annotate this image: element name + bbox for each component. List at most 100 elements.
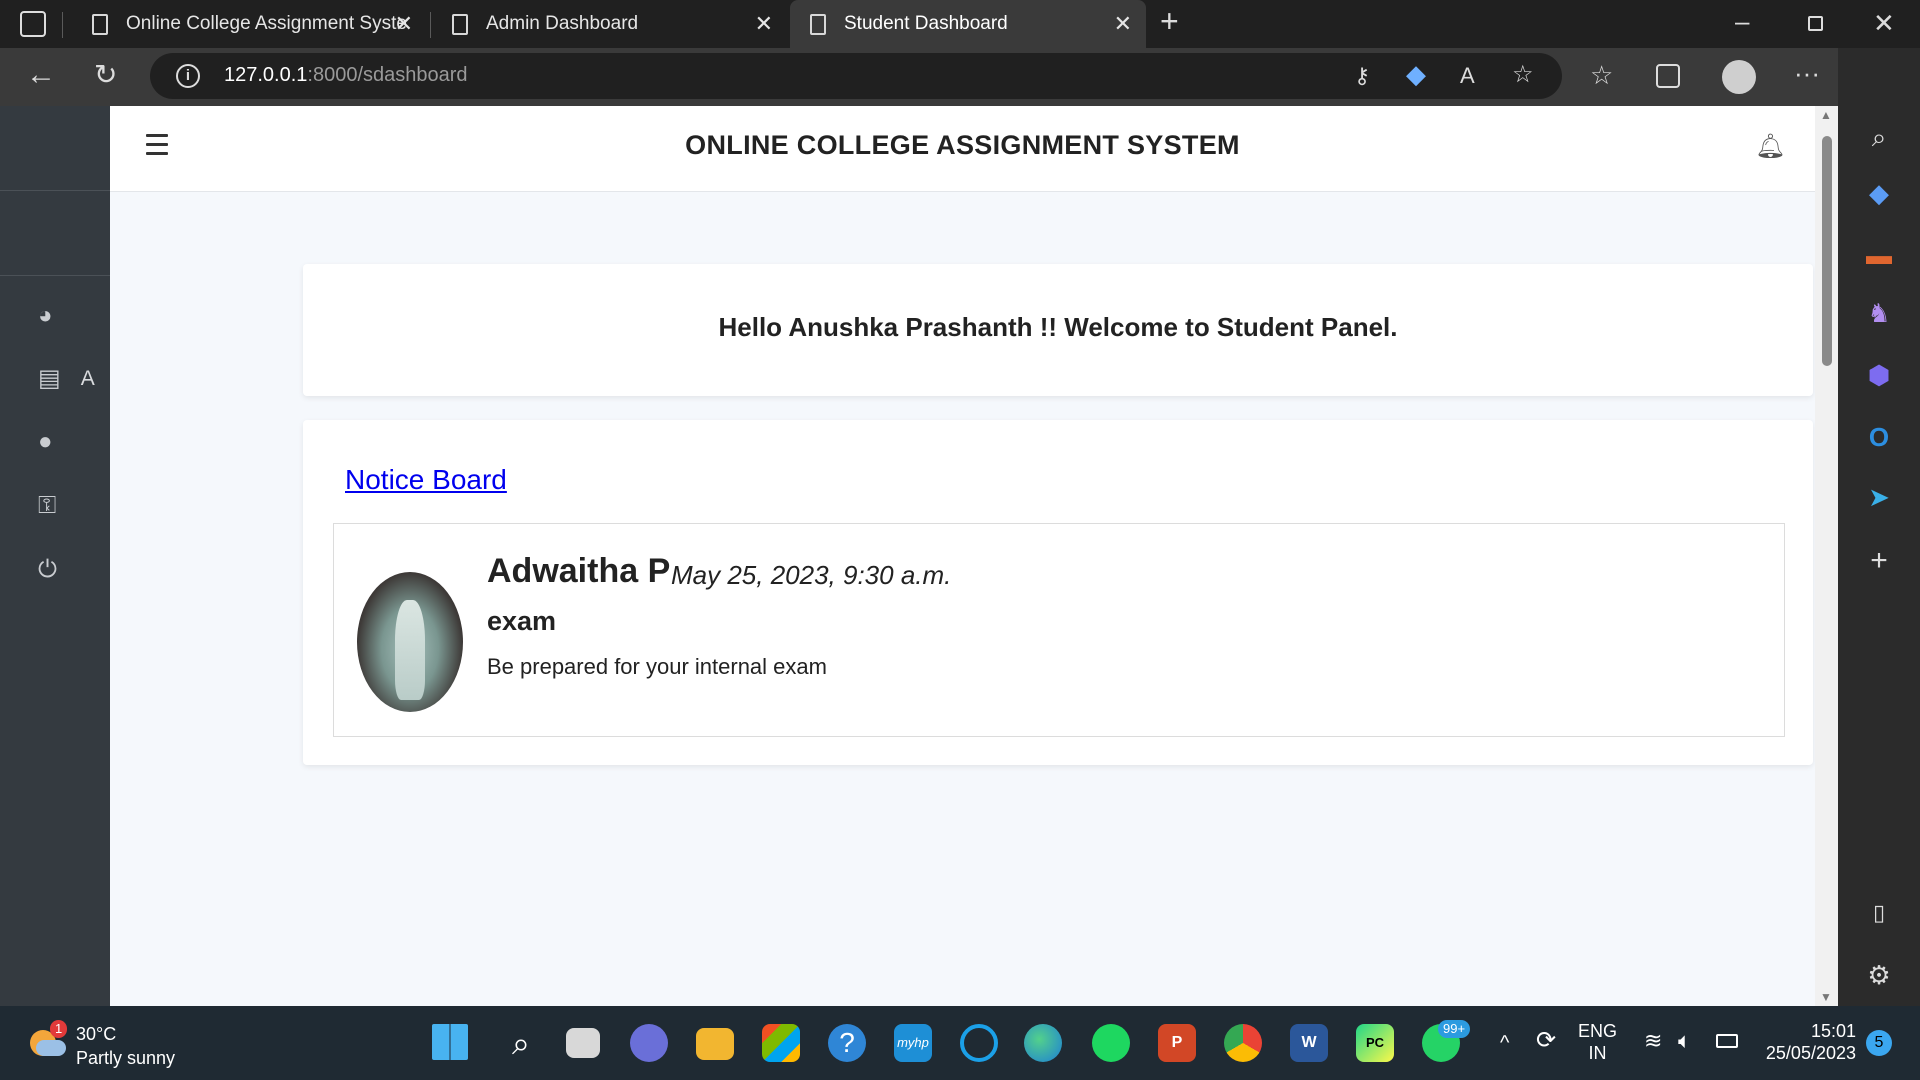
sidebar-item-logout[interactable]: ⏻	[38, 556, 57, 584]
taskbar-search-icon[interactable]: ⌕	[502, 1024, 540, 1062]
edge-browser-icon[interactable]	[1024, 1024, 1062, 1062]
notification-center-icon[interactable]: 5	[1866, 1030, 1892, 1056]
chrome-icon[interactable]	[1224, 1024, 1262, 1062]
powerpoint-icon[interactable]: P	[1158, 1024, 1196, 1062]
language-line2: IN	[1588, 1043, 1607, 1063]
restore-icon[interactable]	[1808, 16, 1823, 31]
close-tab-icon[interactable]: ✕	[1114, 11, 1132, 37]
sidebar-brand-area	[0, 106, 110, 191]
site-info-icon[interactable]: i	[176, 64, 200, 88]
search-icon[interactable]: ⌕	[1838, 122, 1920, 154]
scroll-down-icon[interactable]: ▼	[1820, 990, 1832, 1004]
browser-tab-bar: Online College Assignment Syste ✕ Admin …	[0, 0, 1920, 48]
notice-item: Adwaitha P May 25, 2023, 9:30 a.m. exam …	[333, 523, 1785, 737]
dashboard-icon: ◕	[38, 302, 53, 329]
minimize-icon[interactable]: –	[1735, 8, 1749, 34]
password-key-icon[interactable]: ⚷	[1354, 63, 1370, 89]
page-icon	[452, 13, 468, 35]
notice-board-link[interactable]: Notice Board	[345, 464, 507, 496]
notice-date: May 25, 2023, 9:30 a.m.	[671, 560, 952, 590]
screen: Online College Assignment Syste ✕ Admin …	[0, 0, 1920, 1080]
page-icon	[92, 13, 108, 35]
sidebar-item-assignments[interactable]: ▤ A	[38, 364, 95, 393]
whatsapp-badge: 99+	[1438, 1020, 1471, 1038]
sync-icon[interactable]: ⟳	[1536, 1028, 1556, 1054]
page-icon	[810, 13, 826, 35]
add-favorite-icon[interactable]: ☆	[1512, 62, 1534, 88]
notification-bell-icon[interactable]: 🔔︎	[1755, 132, 1785, 161]
windows-taskbar: 1 30°C Partly sunny ⌕ ? myhp P W PC 99+ …	[0, 1006, 1920, 1080]
profile-avatar-icon[interactable]	[1722, 60, 1756, 94]
scroll-up-icon[interactable]: ▲	[1820, 108, 1832, 122]
close-tab-icon[interactable]: ✕	[395, 11, 413, 37]
coupon-tag-icon[interactable]: ◆	[1406, 61, 1426, 87]
notice-body: Be prepared for your internal exam	[487, 654, 827, 679]
tab-label: Online College Assignment Syste	[126, 13, 407, 34]
site-title: ONLINE COLLEGE ASSIGNMENT SYSTEM	[685, 130, 1240, 160]
word-icon[interactable]: W	[1290, 1024, 1328, 1062]
pycharm-icon[interactable]: PC	[1356, 1024, 1394, 1062]
wifi-icon[interactable]: ≋	[1644, 1028, 1662, 1054]
weather-badge: 1	[50, 1020, 68, 1038]
shopping-tag-icon[interactable]: ◆	[1838, 178, 1920, 209]
microsoft-365-icon[interactable]: ⬢	[1838, 360, 1920, 391]
sidebar-item-profile[interactable]: ●	[38, 428, 53, 456]
get-help-icon[interactable]: ?	[828, 1024, 866, 1062]
notice-author: Adwaitha P	[487, 552, 671, 590]
close-window-icon[interactable]: ✕	[1873, 10, 1895, 36]
microsoft-store-icon[interactable]	[762, 1024, 800, 1062]
sidebar-settings-icon[interactable]: ⚙	[1838, 960, 1920, 991]
games-icon[interactable]: ♞	[1838, 298, 1920, 329]
sidebar-item-change-password[interactable]: ⚿	[38, 492, 56, 520]
refresh-icon[interactable]: ↻	[94, 61, 117, 89]
task-view-icon[interactable]	[566, 1028, 600, 1058]
myhp-icon[interactable]: myhp	[894, 1024, 932, 1062]
drop-send-icon[interactable]: ➤	[1838, 482, 1920, 513]
more-menu-icon[interactable]: ···	[1794, 60, 1820, 86]
battery-icon[interactable]	[1716, 1034, 1738, 1048]
page-header: ONLINE COLLEGE ASSIGNMENT SYSTEM 🔔︎	[110, 106, 1815, 192]
add-sidebar-app-icon[interactable]: +	[1838, 544, 1920, 578]
teams-chat-icon[interactable]	[630, 1024, 668, 1062]
web-page: ◕ ▤ A ● ⚿ ⏻ ONLINE COLLEGE ASSIGNMENT SY…	[0, 106, 1838, 1006]
address-bar[interactable]: i 127.0.0.1:8000/sdashboard ⚷ ◆ A ☆	[150, 53, 1562, 99]
tab-student-dashboard[interactable]: Student Dashboard ✕	[790, 0, 1146, 48]
close-tab-icon[interactable]: ✕	[755, 11, 773, 37]
spotify-icon[interactable]	[1092, 1024, 1130, 1062]
tab-label: Admin Dashboard	[486, 13, 639, 34]
app-sidebar: ◕ ▤ A ● ⚿ ⏻	[0, 106, 110, 1006]
cortana-icon[interactable]	[960, 1024, 998, 1062]
welcome-message: Hello Anushka Prashanth !! Welcome to St…	[718, 312, 1398, 342]
weather-temperature: 30°C	[76, 1024, 117, 1044]
notice-board-card: Notice Board Adwaitha P May 25, 2023, 9:…	[303, 420, 1813, 765]
tab-admin-dashboard[interactable]: Admin Dashboard ✕	[432, 0, 787, 48]
show-hidden-icons-icon[interactable]: ^	[1500, 1030, 1509, 1056]
volume-icon[interactable]: 🔈︎	[1678, 1028, 1691, 1054]
tab-online-college[interactable]: Online College Assignment Syste ✕	[72, 0, 427, 48]
collections-icon[interactable]	[1656, 64, 1680, 88]
welcome-card: Hello Anushka Prashanth !! Welcome to St…	[303, 264, 1813, 396]
language-indicator[interactable]: ENG IN	[1578, 1020, 1617, 1064]
url-text[interactable]: 127.0.0.1:8000/sdashboard	[224, 64, 468, 87]
clock-time: 15:01	[1810, 1021, 1856, 1041]
clock[interactable]: 15:01 25/05/2023	[1760, 1020, 1856, 1064]
sidebar-item-dashboard[interactable]: ◕	[38, 302, 53, 330]
tab-actions-icon[interactable]	[20, 11, 46, 37]
weather-condition: Partly sunny	[76, 1048, 176, 1068]
file-explorer-icon[interactable]	[696, 1028, 734, 1060]
back-icon[interactable]: ←	[26, 60, 56, 90]
sidebar-profile-area	[0, 191, 110, 276]
start-icon[interactable]	[432, 1024, 468, 1060]
page-scrollbar[interactable]: ▲ ▼	[1815, 106, 1838, 1006]
read-aloud-icon[interactable]: A	[1460, 63, 1475, 89]
new-tab-icon[interactable]: +	[1160, 5, 1179, 37]
tools-icon[interactable]: ▬	[1838, 240, 1920, 271]
scrollbar-thumb[interactable]	[1822, 136, 1832, 366]
sidebar-item-label: A	[80, 366, 95, 390]
outlook-icon[interactable]: O	[1838, 422, 1920, 453]
edge-sidebar: ⌕ ◆ ▬ ♞ ⬢ O ➤ + ▯ ⚙	[1838, 48, 1920, 1006]
author-avatar	[357, 572, 463, 712]
favorites-icon[interactable]: ☆	[1590, 62, 1613, 88]
power-icon: ⏻	[38, 556, 57, 583]
hide-sidebar-icon[interactable]: ▯	[1838, 900, 1920, 926]
